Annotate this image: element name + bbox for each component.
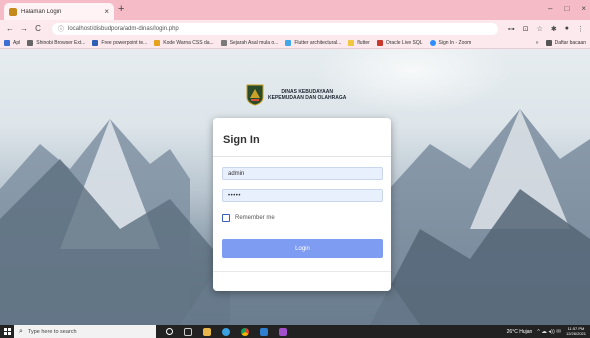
bookmark-label: Flutter architectural... (294, 39, 342, 46)
visual-studio-code-icon[interactable] (260, 327, 268, 336)
remember-me-checkbox[interactable] (222, 214, 230, 222)
brand-title: DINAS KEBUDAYAAN KEPEMUDAAN DAN OLAHRAGA (268, 89, 346, 102)
oracle-icon (376, 39, 383, 46)
minimize-button[interactable]: – (548, 4, 552, 13)
bookmark-apps[interactable]: Apl (4, 39, 21, 46)
bookmark-item[interactable]: Shinobi Browser Ext... (27, 39, 86, 46)
windows-logo-icon (3, 328, 11, 335)
clock-date: 12/26/2021 (565, 330, 586, 336)
flutter-icon (285, 39, 292, 46)
start-button[interactable] (0, 325, 14, 338)
browser-tab[interactable]: Halaman Login × (4, 3, 114, 20)
bookmark-label: Shinobi Browser Ext... (36, 39, 86, 46)
tab-close-icon[interactable]: × (104, 7, 109, 16)
maximize-button[interactable]: □ (564, 4, 569, 13)
powerpoint-icon (92, 39, 99, 46)
close-window-button[interactable]: × (581, 4, 586, 13)
reading-list-button[interactable]: Daftar bacaan (545, 39, 586, 46)
window-controls: – □ × (548, 4, 586, 13)
bookmark-label: Apl (13, 39, 21, 46)
share-icon[interactable]: ⊡ (523, 25, 529, 33)
bookmark-label: Kode Warna CSS da... (163, 39, 214, 46)
key-icon[interactable]: ⊶ (508, 25, 515, 33)
bookmark-label: Oracle Live SQL (385, 39, 423, 46)
bookmarks-more-button[interactable]: » (536, 40, 539, 46)
tray-icons[interactable]: ^ ☁ ◂)) ✉ (537, 329, 561, 335)
star-icon[interactable]: ☆ (537, 25, 543, 33)
bookmark-label: flutter (357, 39, 370, 46)
clock[interactable]: 11:57 PM 12/26/2021 (565, 326, 586, 337)
brand-line-2: KEPEMUDAAN DAN OLAHRAGA (268, 95, 347, 101)
tab-favicon-icon (9, 7, 17, 16)
sign-in-title: Sign In (223, 134, 260, 146)
app-icon[interactable] (279, 327, 287, 336)
task-view-icon[interactable] (184, 327, 192, 336)
search-placeholder: Type here to search (27, 328, 77, 335)
profile-icon[interactable]: ● (565, 25, 569, 33)
brand-header: DINAS KEBUDAYAAN KEPEMUDAAN DAN OLAHRAGA (246, 84, 346, 106)
remember-me-row[interactable]: Remember me (222, 214, 275, 222)
bookmark-item[interactable]: Sejarah Asal mula o... (220, 39, 279, 46)
forward-button[interactable]: → (20, 24, 28, 33)
bookmark-label: Sign In - Zoom (438, 39, 472, 46)
address-bar-row: ← → C ⓘ localhost/disbudpora/adm-dinas/l… (0, 20, 590, 37)
taskbar: ⌕ Type here to search 26°C Hujan ^ ☁ ◂))… (0, 325, 590, 338)
government-crest-icon (246, 84, 264, 106)
zoom-icon (429, 39, 436, 46)
taskbar-search-input[interactable]: ⌕ Type here to search (14, 325, 156, 338)
login-button[interactable]: Login (222, 239, 383, 258)
chevron-double-right-icon: » (535, 39, 539, 46)
reading-list-icon (545, 39, 552, 46)
browser-toolbar: ⊶ ⊡ ☆ ✱ ● ⋮ (508, 25, 584, 33)
bookmark-label: Sejarah Asal mula o... (229, 39, 279, 46)
back-button[interactable]: ← (6, 24, 14, 33)
tab-strip: Halaman Login × + – □ × (0, 0, 590, 20)
remember-me-label: Remember me (235, 215, 275, 221)
tab-title: Halaman Login (21, 8, 62, 15)
menu-icon[interactable]: ⋮ (577, 25, 584, 33)
password-input[interactable]: ••••• (222, 189, 383, 202)
bookmark-label: Free powerpoint te... (101, 39, 148, 46)
reload-button[interactable]: C (34, 24, 42, 33)
bookmark-item[interactable]: Kode Warna CSS da... (154, 39, 214, 46)
cortana-icon[interactable] (166, 328, 173, 335)
new-tab-button[interactable]: + (118, 4, 124, 15)
url-input[interactable]: ⓘ localhost/disbudpora/adm-dinas/login.p… (52, 22, 498, 35)
chrome-icon[interactable] (241, 327, 249, 336)
divider (213, 156, 391, 157)
login-card: Sign In admin ••••• Remember me Login (213, 118, 391, 291)
edge-icon[interactable] (222, 327, 230, 336)
info-icon[interactable]: ⓘ (58, 24, 64, 33)
divider (213, 271, 391, 272)
css-color-icon (154, 39, 161, 46)
bookmark-item[interactable]: Free powerpoint te... (92, 39, 148, 46)
bookmark-item[interactable]: Flutter architectural... (285, 39, 342, 46)
folder-icon (348, 39, 355, 46)
login-page: DINAS KEBUDAYAAN KEPEMUDAAN DAN OLAHRAGA… (0, 49, 590, 325)
file-explorer-icon[interactable] (203, 327, 211, 336)
extension-icon[interactable]: ✱ (551, 25, 557, 33)
username-input[interactable]: admin (222, 167, 383, 180)
search-icon: ⌕ (19, 327, 23, 335)
system-tray: 26°C Hujan ^ ☁ ◂)) ✉ 11:57 PM 12/26/2021 (507, 326, 590, 337)
url-text: localhost/disbudpora/adm-dinas/login.php (68, 25, 179, 32)
bookmark-item[interactable]: Oracle Live SQL (376, 39, 423, 46)
history-icon (220, 39, 227, 46)
bookmark-item[interactable]: Sign In - Zoom (429, 39, 472, 46)
bookmarks-bar: Apl Shinobi Browser Ext... Free powerpoi… (0, 37, 590, 49)
bookmark-item[interactable]: flutter (348, 39, 370, 46)
weather-widget[interactable]: 26°C Hujan (507, 329, 533, 335)
apps-icon (4, 39, 10, 46)
taskbar-pinned-apps (166, 327, 287, 336)
reading-list-label: Daftar bacaan (554, 39, 586, 46)
shinobi-icon (27, 39, 34, 46)
